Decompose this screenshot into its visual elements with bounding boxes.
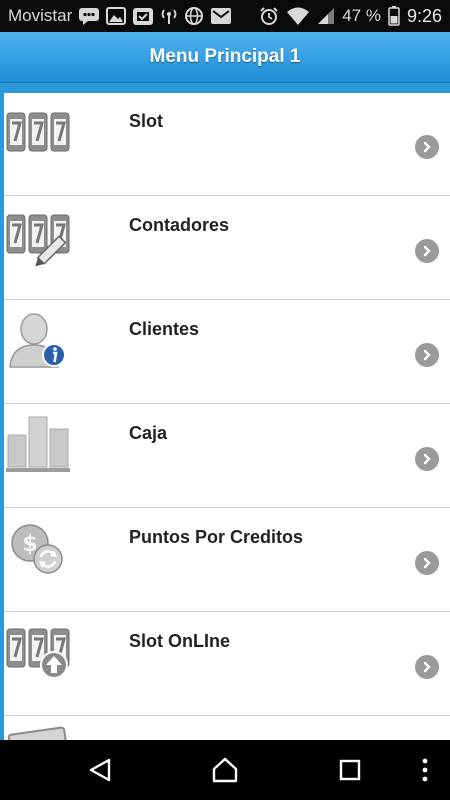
status-time: 9:26 — [406, 5, 442, 26]
page-title: Menu Principal 1 — [149, 46, 301, 67]
menu-item-label: Contadores — [129, 215, 230, 235]
globe-icon — [184, 6, 204, 26]
battery-percent: 47 % — [342, 6, 381, 25]
chat-icon — [78, 7, 100, 25]
menu-item-slot-online[interactable]: Slot OnLIne — [4, 613, 450, 716]
chevron-right-icon[interactable] — [415, 343, 439, 367]
wifi-icon — [286, 6, 310, 26]
menu-item-label: Caja — [129, 423, 168, 443]
slot-machine-icon — [6, 101, 70, 163]
status-bar: Movistar 47 % 9:26 — [0, 0, 450, 32]
image-icon — [106, 7, 127, 25]
broadcast-icon — [160, 7, 178, 25]
alarm-icon — [259, 6, 279, 26]
clipboard-icon — [132, 6, 154, 26]
signal-icon — [317, 7, 335, 25]
coin-exchange-icon: $ — [6, 517, 70, 579]
app-header: Menu Principal 1 — [0, 32, 450, 83]
header-divider — [0, 83, 450, 93]
ticket-icon — [6, 725, 70, 740]
menu-item-caja[interactable]: Caja — [4, 405, 450, 508]
menu-item-contadores[interactable]: Contadores — [4, 197, 450, 300]
home-icon[interactable] — [209, 754, 241, 786]
more-icon[interactable] — [409, 754, 441, 786]
menu-item-slot[interactable]: Slot — [4, 93, 450, 196]
battery-icon — [388, 6, 400, 26]
slot-upload-icon — [6, 621, 70, 683]
chevron-right-icon[interactable] — [415, 447, 439, 471]
menu-item-puntos-por-creditos[interactable]: $ Puntos Por Creditos — [4, 509, 450, 612]
carrier-name: Movistar — [8, 6, 73, 25]
mail-icon — [210, 7, 232, 25]
user-info-icon — [6, 309, 70, 371]
menu-item-label: Puntos Por Creditos — [129, 527, 304, 547]
system-nav-bar — [0, 740, 450, 800]
menu-item-label: Clientes — [129, 319, 200, 339]
chevron-right-icon[interactable] — [415, 239, 439, 263]
menu-item-label: Slot — [129, 111, 163, 131]
menu-item-clientes[interactable]: Clientes — [4, 301, 450, 404]
slot-edit-icon — [6, 205, 70, 267]
menu-item-label: Slot OnLIne — [129, 631, 230, 651]
chevron-right-icon[interactable] — [415, 135, 439, 159]
recents-icon[interactable] — [334, 754, 366, 786]
menu-item-partial[interactable] — [4, 717, 450, 740]
chevron-right-icon[interactable] — [415, 655, 439, 679]
chevron-right-icon[interactable] — [415, 551, 439, 575]
back-icon[interactable] — [84, 754, 116, 786]
menu-list[interactable]: Slot Contadores Clientes Caja $ Puntos P… — [0, 93, 450, 740]
bar-chart-icon — [6, 413, 70, 475]
